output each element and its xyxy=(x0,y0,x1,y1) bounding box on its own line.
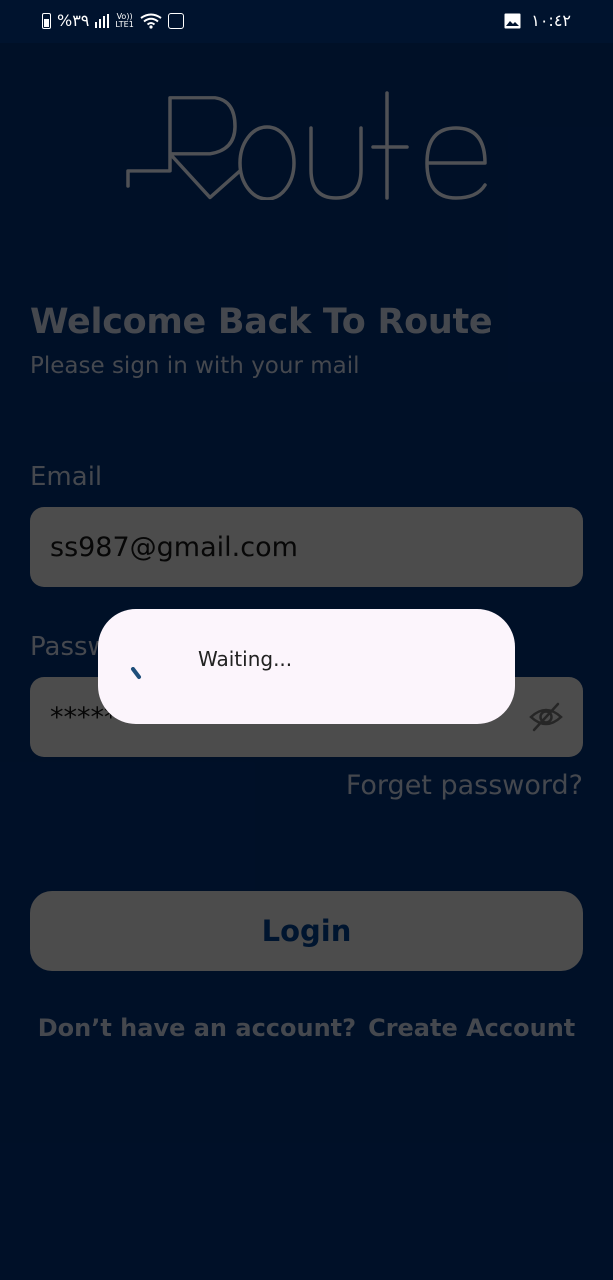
status-bar-right: ١٠:٤٢ xyxy=(504,11,571,30)
status-bar-left: %٣٩ Vo)) LTE1 xyxy=(42,11,184,30)
status-bar: %٣٩ Vo)) LTE1 ١٠:٤٢ xyxy=(0,0,613,43)
clock: ١٠:٤٢ xyxy=(531,11,571,30)
loading-spinner-icon xyxy=(131,667,141,679)
signal-icon xyxy=(95,13,110,28)
waiting-dialog: Waiting... xyxy=(98,609,515,724)
waiting-message: Waiting... xyxy=(198,647,293,671)
image-notification-icon xyxy=(504,13,521,28)
wifi-icon xyxy=(140,13,162,29)
network-label: LTE1 xyxy=(115,19,134,29)
lte-indicator: Vo)) LTE1 xyxy=(115,12,134,29)
battery-icon xyxy=(42,12,51,29)
recycle-notification-icon xyxy=(167,12,184,29)
battery-percent: %٣٩ xyxy=(57,11,90,30)
